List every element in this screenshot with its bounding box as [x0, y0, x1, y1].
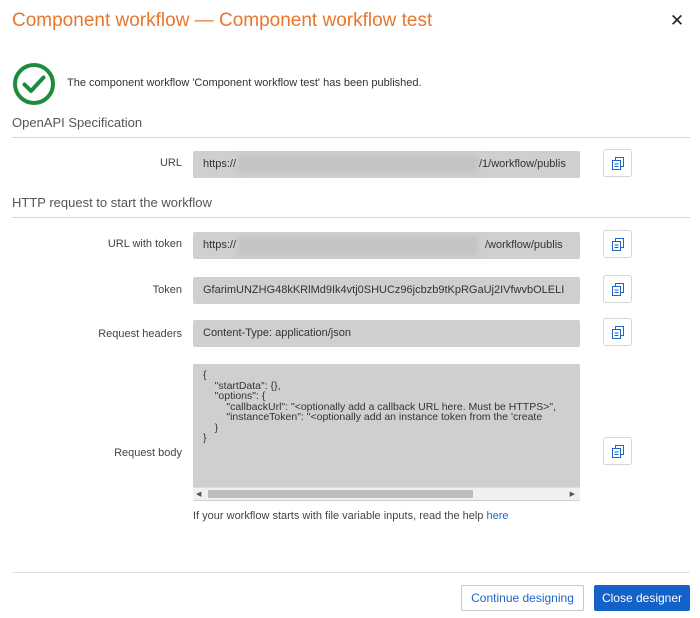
- request-body-text: { "startData": {}, "options": { "callbac…: [203, 369, 557, 444]
- help-link[interactable]: here: [486, 510, 508, 522]
- url-suffix: /1/workflow/publis: [479, 158, 566, 170]
- url-with-token-prefix: https://: [203, 239, 237, 251]
- horizontal-scrollbar[interactable]: ◀ ▶: [193, 487, 580, 500]
- url-label: URL: [159, 157, 182, 169]
- url-with-token-label: URL with token: [107, 238, 182, 250]
- copy-icon: [612, 238, 624, 251]
- dialog-title: Component workflow — Component workflow …: [12, 10, 433, 31]
- url-with-token-field[interactable]: https:// /workflow/publis: [193, 232, 580, 259]
- copy-request-headers-button[interactable]: [603, 318, 632, 346]
- token-field[interactable]: GfarimUNZHG48kKRlMd9Ik4vtj0SHUCz96jcbzb9…: [193, 277, 580, 304]
- section-title-openapi: OpenAPI Specification: [12, 115, 143, 130]
- copy-request-body-button[interactable]: [603, 437, 632, 465]
- copy-icon: [612, 283, 624, 296]
- request-body-label: Request body: [114, 447, 182, 459]
- copy-icon: [612, 445, 624, 458]
- close-designer-button[interactable]: Close designer: [594, 585, 690, 611]
- token-label: Token: [152, 284, 182, 296]
- section-divider: [12, 217, 690, 218]
- url-prefix: https://: [203, 158, 237, 170]
- copy-token-button[interactable]: [603, 275, 632, 303]
- request-headers-label: Request headers: [98, 328, 182, 340]
- help-message: If your workflow starts with file variab…: [193, 510, 487, 522]
- scrollbar-thumb[interactable]: [208, 490, 473, 498]
- section-title-http-request: HTTP request to start the workflow: [12, 195, 212, 210]
- redacted-region: [238, 236, 478, 255]
- copy-icon: [612, 326, 624, 339]
- check-circle-icon: [13, 63, 55, 105]
- url-field[interactable]: https:// /1/workflow/publis: [193, 151, 580, 178]
- footer-divider: [12, 572, 690, 573]
- url-with-token-suffix: /workflow/publis: [485, 239, 563, 251]
- request-body-textarea[interactable]: { "startData": {}, "options": { "callbac…: [193, 364, 580, 501]
- copy-icon: [612, 157, 624, 170]
- copy-url-with-token-button[interactable]: [603, 230, 632, 258]
- section-divider: [12, 137, 690, 138]
- help-text: If your workflow starts with file variab…: [193, 510, 509, 522]
- request-headers-field[interactable]: Content-Type: application/json: [193, 320, 580, 347]
- scroll-left-icon[interactable]: ◀: [196, 490, 201, 498]
- copy-url-button[interactable]: [603, 149, 632, 177]
- close-icon[interactable]: ✕: [668, 12, 686, 30]
- success-message: The component workflow 'Component workfl…: [67, 77, 422, 89]
- scroll-right-icon[interactable]: ▶: [570, 490, 575, 498]
- continue-designing-button[interactable]: Continue designing: [461, 585, 584, 611]
- redacted-region: [238, 155, 478, 174]
